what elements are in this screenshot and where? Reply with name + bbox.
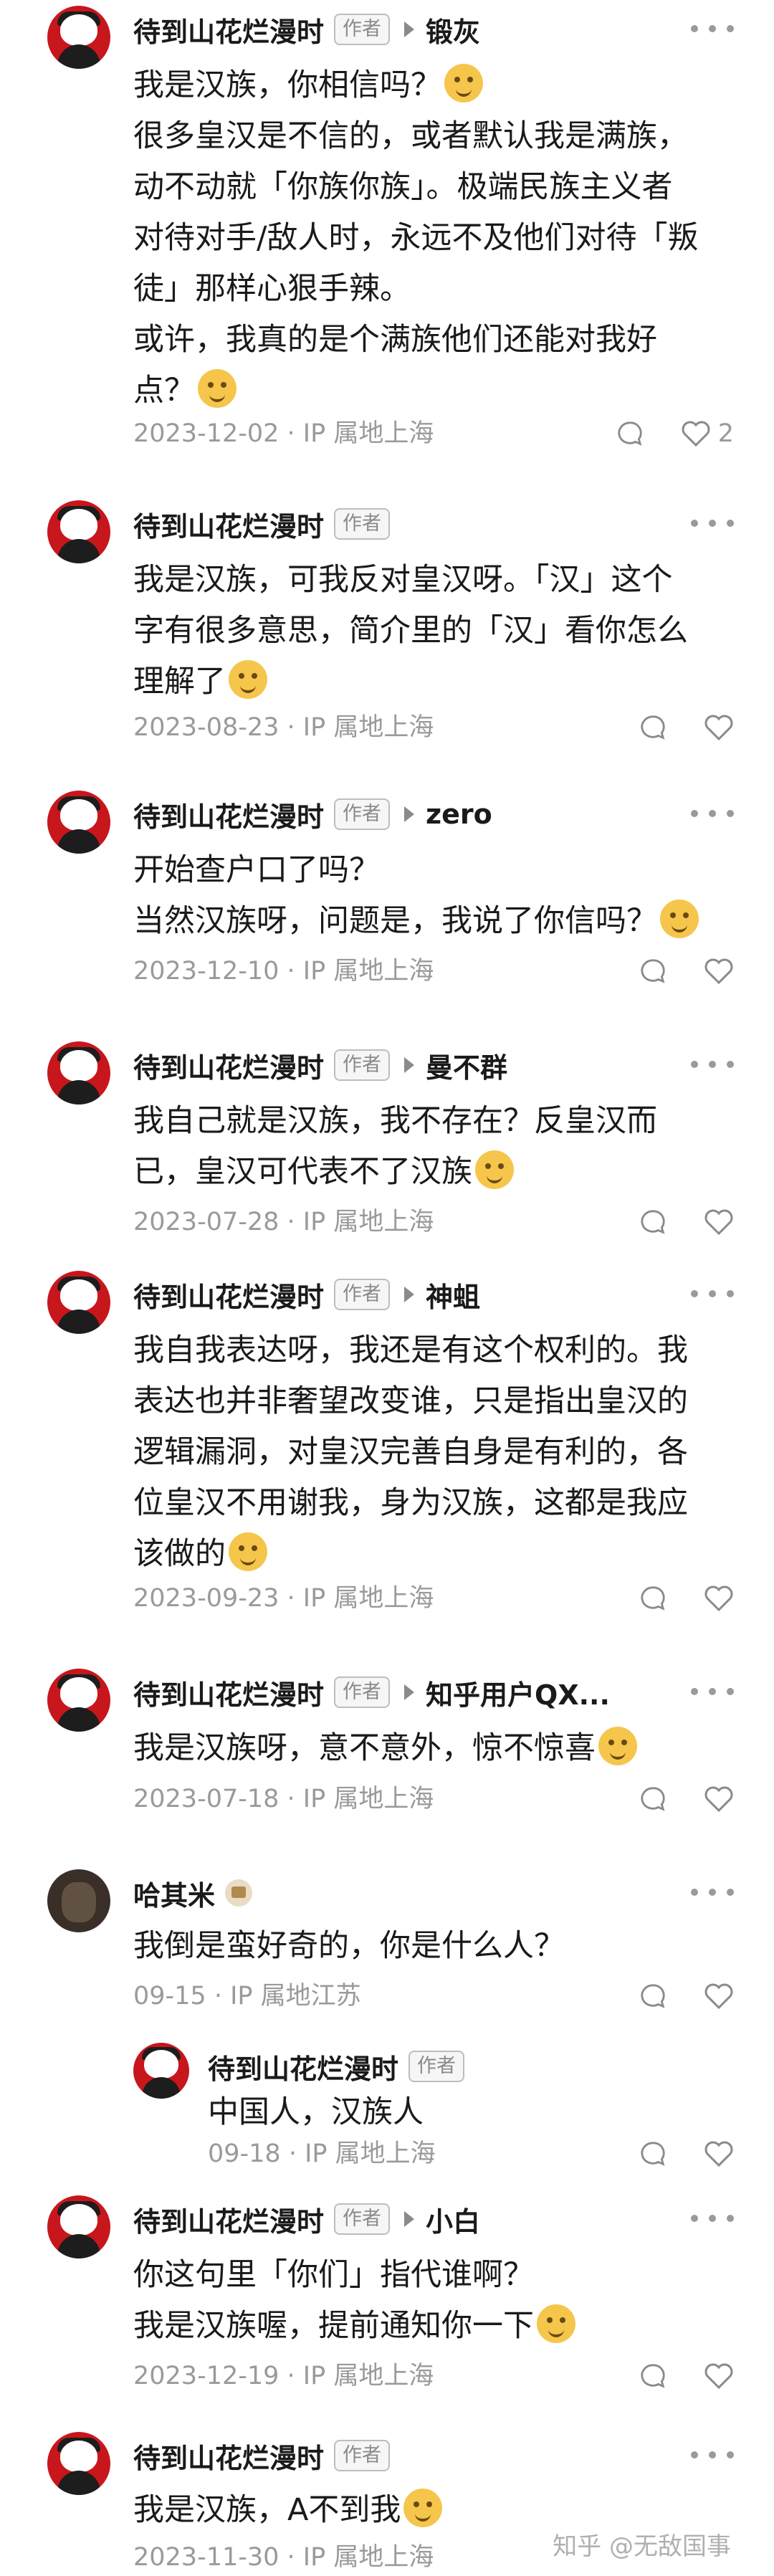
reply-target-name[interactable]: zero: [426, 798, 492, 830]
reply-target-name[interactable]: 锻灰: [426, 10, 480, 49]
author-badge: 作者: [334, 2203, 391, 2235]
comment-bubble-icon[interactable]: [639, 714, 666, 741]
more-dots-icon[interactable]: [691, 1677, 734, 1706]
comment-text: 我是汉族，可我反对皇汉呀。「汉」这个 字有很多意思，简介里的「汉」看你怎么 理解…: [133, 562, 688, 700]
author-badge: 作者: [334, 14, 391, 45]
emoji-icon: [403, 2489, 443, 2527]
heart-icon[interactable]: [704, 713, 734, 742]
reply-target-name[interactable]: 曼不群: [426, 1046, 507, 1085]
comment-text: 开始查户口了吗？ 当然汉族呀，问题是，我说了你信吗？: [133, 845, 728, 947]
emoji-icon: [198, 369, 236, 408]
comment-text: 我是汉族，你相信吗？ 很多皇汉是不信的，或者默认我是满族， 动不动就「你族你族」…: [133, 60, 728, 416]
heart-icon[interactable]: [704, 2362, 734, 2390]
comment-bubble-icon[interactable]: [639, 1785, 666, 1813]
more-dots-icon[interactable]: [691, 1050, 734, 1079]
comment-bubble-icon[interactable]: [639, 1585, 666, 1612]
heart-icon[interactable]: [704, 957, 734, 986]
more-dots-icon[interactable]: [691, 1878, 734, 1907]
emoji-icon: [537, 2304, 575, 2343]
author-name[interactable]: 待到山花烂漫时: [133, 2436, 324, 2476]
comment-text: 我倒是蛮好奇的，你是什么人？: [133, 1928, 565, 1964]
heart-icon[interactable]: [704, 1982, 734, 2010]
author-badge: 作者: [334, 1049, 391, 1081]
more-dots-icon[interactable]: [691, 1279, 734, 1308]
author-name[interactable]: 待到山花烂漫时: [133, 795, 324, 834]
author-badge: 作者: [334, 798, 391, 830]
comment-bubble-icon[interactable]: [639, 1208, 666, 1236]
author-badge: 作者: [334, 2440, 391, 2471]
avatar[interactable]: [47, 6, 110, 69]
reply-arrow-icon: [404, 22, 415, 37]
avatar[interactable]: [47, 791, 110, 854]
heart-icon[interactable]: [704, 1584, 734, 1613]
author-name[interactable]: 待到山花烂漫时: [133, 1275, 324, 1315]
author-badge: 作者: [408, 2051, 465, 2082]
reply-target-name[interactable]: 神蛆: [426, 1275, 480, 1315]
heart-icon[interactable]: [704, 2139, 734, 2168]
comment-header: 待到山花烂漫时 作者 锻灰: [133, 4, 480, 54]
author-name[interactable]: 待到山花烂漫时: [133, 10, 324, 49]
crown-badge-icon: [225, 1879, 253, 1907]
reply-arrow-icon: [404, 2211, 415, 2227]
comment-text: 我自己就是汉族，我不存在？反皇汉而 已，皇汉可代表不了汉族: [133, 1103, 657, 1190]
author-name[interactable]: 待到山花烂漫时: [133, 1046, 324, 1085]
author-name[interactable]: 待到山花烂漫时: [133, 1673, 324, 1712]
author-badge: 作者: [334, 508, 391, 540]
reply-arrow-icon: [404, 806, 415, 822]
comment-meta: 2023-12-02 · IP 属地上海: [133, 419, 434, 448]
reply-target-name[interactable]: 小白: [426, 2200, 480, 2239]
author-name[interactable]: 待到山花烂漫时: [208, 2047, 398, 2086]
comment-text: 我是汉族呀，意不意外，惊不惊喜: [133, 1723, 728, 1774]
reply-arrow-icon: [404, 1684, 415, 1700]
author-badge: 作者: [334, 1676, 391, 1708]
more-dots-icon[interactable]: [691, 2204, 734, 2233]
author-name[interactable]: 待到山花烂漫时: [133, 505, 324, 544]
avatar[interactable]: [47, 500, 110, 563]
avatar[interactable]: [133, 2043, 189, 2099]
avatar[interactable]: [47, 2432, 110, 2495]
heart-icon[interactable]: [704, 1785, 734, 1813]
more-dots-icon[interactable]: [691, 509, 734, 538]
emoji-icon: [444, 64, 483, 102]
like-count: 2: [717, 419, 734, 448]
avatar[interactable]: [47, 1041, 110, 1105]
avatar[interactable]: [47, 1271, 110, 1334]
avatar[interactable]: [47, 2195, 110, 2258]
comment-bubble-icon[interactable]: [639, 1983, 666, 2010]
avatar[interactable]: [47, 1669, 110, 1732]
comment-text: 我自我表达呀，我还是有这个权利的。我 表达也并非奢望改变谁，只是指出皇汉的 逻辑…: [133, 1332, 688, 1572]
heart-icon[interactable]: [704, 1208, 734, 1236]
reply-text: 中国人，汉族人: [208, 2094, 424, 2130]
more-dots-icon[interactable]: [691, 799, 734, 828]
watermark: 知乎 @无敌国事: [553, 2532, 731, 2561]
avatar[interactable]: [47, 1869, 110, 1932]
heart-icon[interactable]: [681, 419, 711, 448]
comment-bubble-icon[interactable]: [639, 958, 666, 985]
comment-bubble-icon[interactable]: [616, 420, 644, 447]
reply-arrow-icon: [404, 1057, 415, 1073]
comment-bubble-icon[interactable]: [639, 2140, 666, 2167]
more-dots-icon[interactable]: [691, 2441, 734, 2469]
emoji-icon: [598, 1727, 637, 1765]
emoji-icon: [229, 1532, 267, 1571]
emoji-icon: [229, 660, 267, 699]
comment-bubble-icon[interactable]: [639, 2362, 666, 2390]
author-name[interactable]: 哈其米: [133, 1874, 215, 1913]
author-name[interactable]: 待到山花烂漫时: [133, 2200, 324, 2239]
author-badge: 作者: [334, 1279, 391, 1310]
reply-target-name[interactable]: 知乎用户QX...: [426, 1673, 610, 1712]
emoji-icon: [660, 900, 699, 938]
emoji-icon: [475, 1150, 514, 1189]
more-dots-icon[interactable]: [691, 14, 734, 43]
reply-arrow-icon: [404, 1287, 415, 1302]
comment-text: 你这句里「你们」指代谁啊？ 我是汉族喔，提前通知你一下: [133, 2250, 728, 2352]
